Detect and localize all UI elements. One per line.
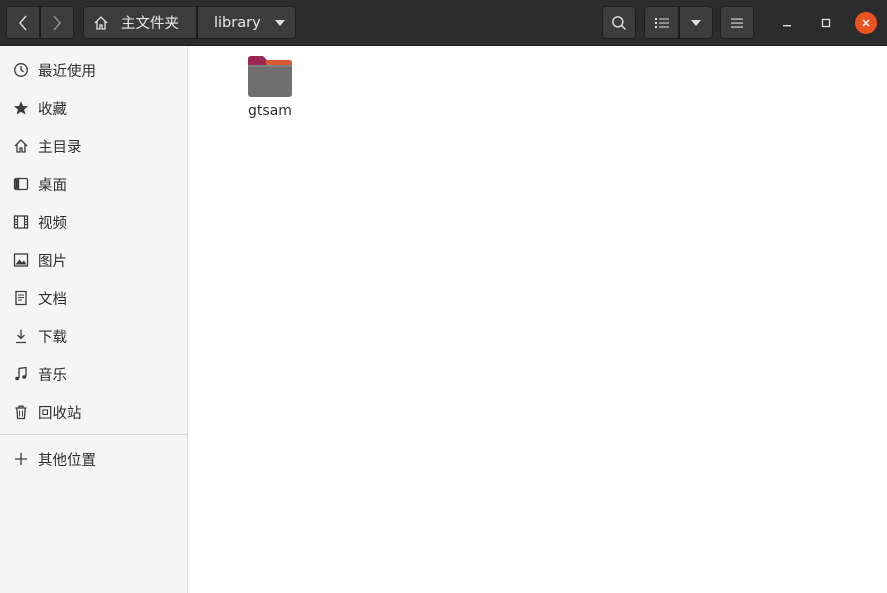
- sidebar-item-label: 音乐: [38, 367, 67, 384]
- hamburger-icon: [731, 18, 743, 28]
- desktop-icon: [12, 175, 30, 193]
- close-icon: [862, 19, 870, 27]
- caret-down-icon: [275, 20, 285, 26]
- folder-icon: [248, 56, 292, 97]
- search-button[interactable]: [602, 6, 636, 39]
- caret-down-icon: [691, 19, 701, 26]
- path-current-button[interactable]: library: [197, 6, 296, 39]
- clock-icon: [12, 61, 30, 79]
- sidebar-divider: [0, 434, 187, 435]
- forward-button[interactable]: [40, 6, 74, 39]
- sidebar-item-label: 桌面: [38, 177, 67, 194]
- minimize-button[interactable]: [776, 12, 798, 34]
- main-menu-button[interactable]: [720, 6, 754, 39]
- home-icon: [12, 137, 30, 155]
- close-button[interactable]: [855, 12, 877, 34]
- download-icon: [12, 327, 30, 345]
- sidebar-item-downloads[interactable]: 下载: [0, 317, 187, 355]
- maximize-icon: [821, 18, 831, 28]
- folder-item[interactable]: gtsam: [232, 55, 308, 119]
- chevron-right-icon: [53, 15, 61, 30]
- back-button[interactable]: [6, 6, 40, 39]
- minimize-icon: [783, 25, 791, 27]
- sidebar-item-desktop[interactable]: 桌面: [0, 165, 187, 203]
- star-icon: [12, 99, 30, 117]
- sidebar-item-trash[interactable]: 回收站: [0, 393, 187, 431]
- sidebar-item-videos[interactable]: 视频: [0, 203, 187, 241]
- sidebar-item-label: 回收站: [38, 405, 82, 422]
- music-icon: [12, 365, 30, 383]
- sidebar-item-home[interactable]: 主目录: [0, 127, 187, 165]
- sidebar-item-other-locations[interactable]: 其他位置: [0, 440, 187, 478]
- sidebar-item-label: 最近使用: [38, 63, 96, 80]
- sidebar-item-label: 收藏: [38, 101, 67, 118]
- trash-icon: [12, 403, 30, 421]
- sidebar-item-label: 文档: [38, 291, 67, 308]
- film-icon: [12, 213, 30, 231]
- sidebar-item-pictures[interactable]: 图片: [0, 241, 187, 279]
- maximize-button[interactable]: [815, 12, 837, 34]
- path-current-label: library: [214, 14, 261, 31]
- document-icon: [12, 289, 30, 307]
- sidebar-item-recent[interactable]: 最近使用: [0, 51, 187, 89]
- folder-name: gtsam: [248, 103, 292, 119]
- header-bar: 主文件夹 library: [0, 0, 887, 46]
- view-options-dropdown[interactable]: [679, 6, 713, 39]
- sidebar-item-label: 其他位置: [38, 452, 96, 469]
- sidebar-item-label: 主目录: [38, 139, 82, 156]
- path-home-label: 主文件夹: [121, 16, 179, 32]
- path-home-button[interactable]: 主文件夹: [83, 6, 197, 39]
- list-icon: [654, 17, 669, 28]
- sidebar-item-label: 图片: [38, 253, 67, 270]
- chevron-left-icon: [19, 15, 27, 30]
- plus-icon: [12, 450, 30, 468]
- sidebar-item-music[interactable]: 音乐: [0, 355, 187, 393]
- sidebar-item-label: 下载: [38, 329, 67, 346]
- sidebar-item-starred[interactable]: 收藏: [0, 89, 187, 127]
- file-view[interactable]: gtsam: [189, 47, 887, 593]
- sidebar: 最近使用 收藏 主目录 桌面 视频 图片 文档 下载 音乐 回收站 其他位置: [0, 47, 188, 593]
- sidebar-item-documents[interactable]: 文档: [0, 279, 187, 317]
- image-icon: [12, 251, 30, 269]
- home-icon: [94, 15, 108, 30]
- sidebar-item-label: 视频: [38, 215, 67, 232]
- search-icon: [612, 15, 627, 30]
- list-view-button[interactable]: [644, 6, 679, 39]
